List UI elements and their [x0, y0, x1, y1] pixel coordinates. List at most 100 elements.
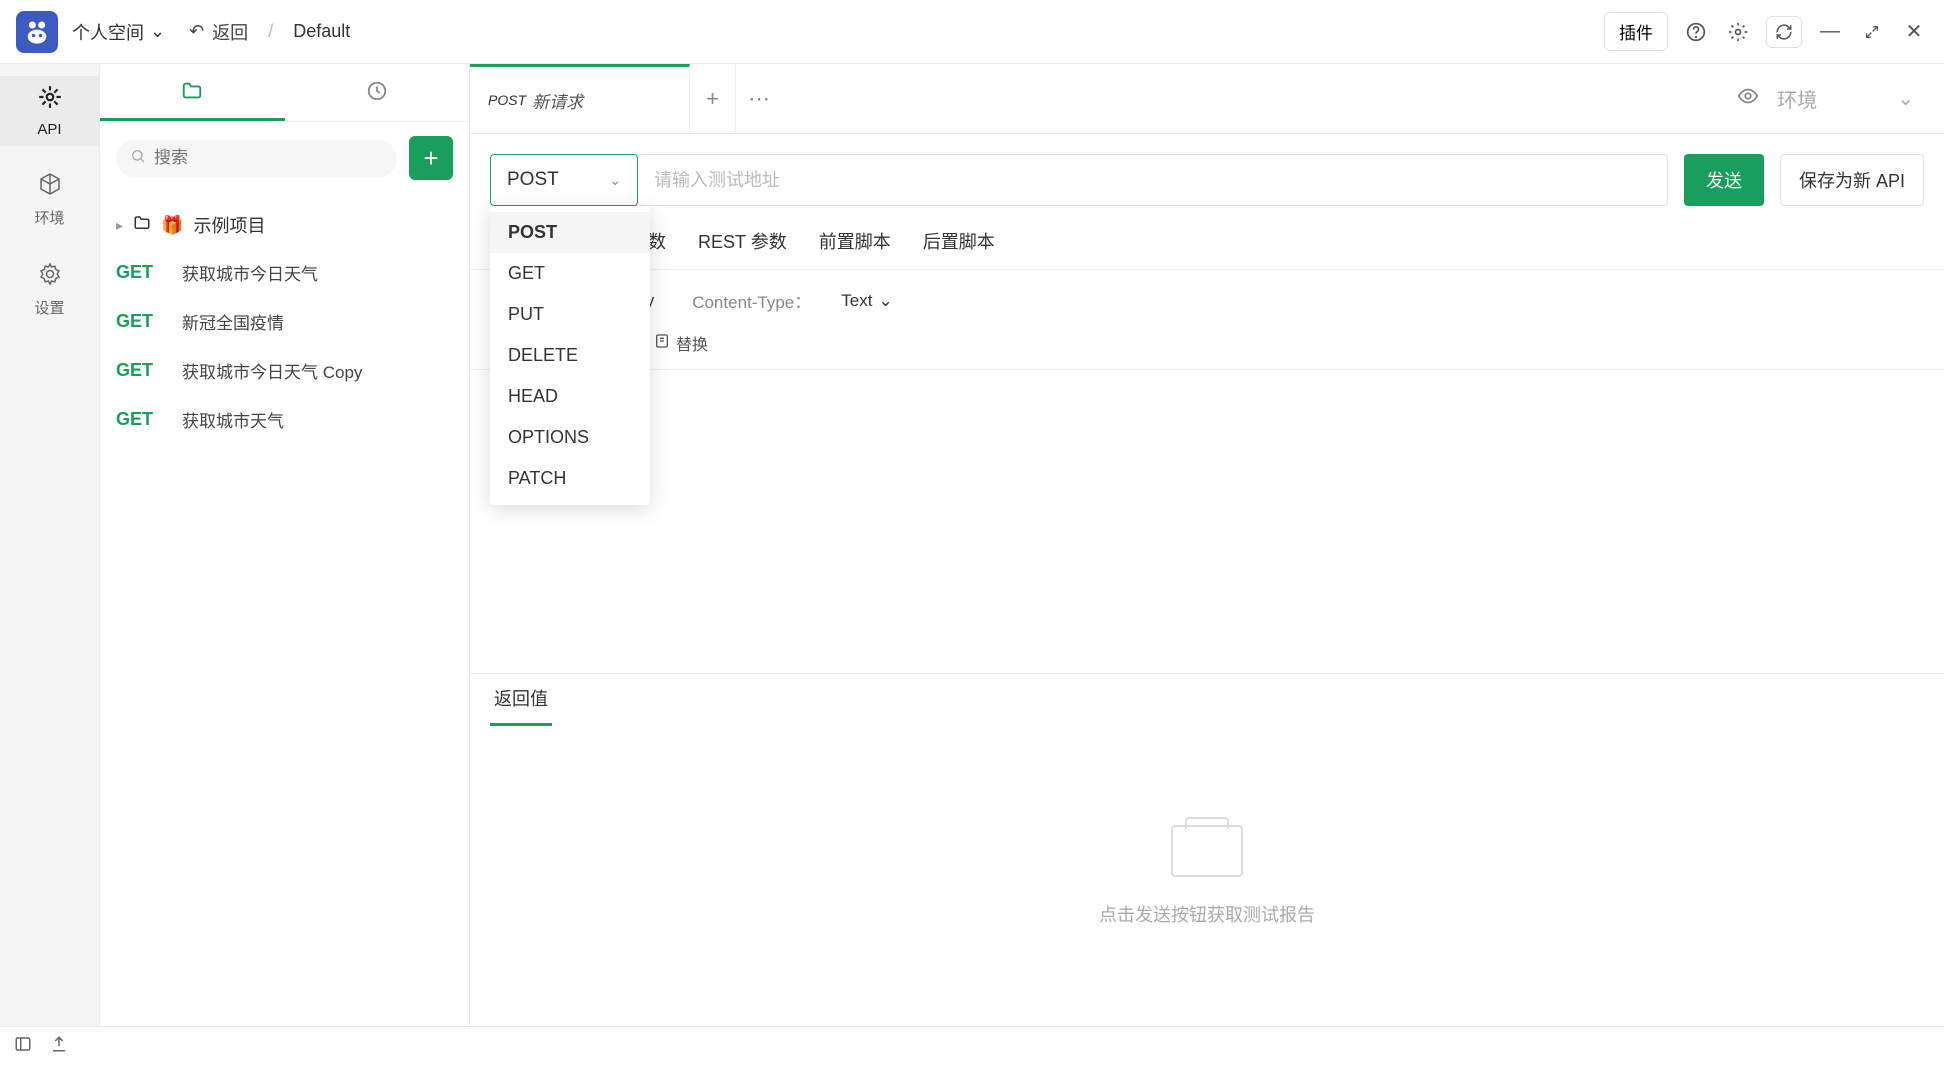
rail-item-api[interactable]: API — [0, 76, 99, 146]
method-dropdown: POST GET PUT DELETE HEAD OPTIONS PATCH — [490, 206, 650, 505]
tree-api-item[interactable]: GET 新冠全国疫情 — [100, 297, 469, 346]
method-option[interactable]: PATCH — [490, 458, 650, 499]
back-button[interactable]: ↶ 返回 — [189, 19, 248, 45]
environment-select[interactable]: 环境 ⌄ — [1777, 84, 1914, 113]
left-rail: API 环境 设置 — [0, 64, 100, 1026]
tab-title: 新请求 — [532, 88, 583, 113]
chevron-down-icon: ⌄ — [150, 21, 165, 42]
content: POST 新请求 + ⋯ 环境 ⌄ POST ⌄ 发送 — [470, 64, 1944, 1026]
method-selected-value: POST — [507, 169, 559, 191]
sidebar-tabs — [100, 64, 469, 122]
close-icon[interactable]: ✕ — [1900, 18, 1928, 46]
api-method: GET — [116, 409, 170, 430]
folder-icon — [133, 214, 151, 237]
plugin-button[interactable]: 插件 — [1604, 12, 1668, 51]
workspace-dropdown[interactable]: 个人空间 ⌄ — [72, 19, 165, 45]
breadcrumb-separator: / — [268, 21, 273, 42]
back-label: 返回 — [212, 19, 248, 45]
chevron-down-icon: ⌄ — [1897, 86, 1914, 111]
toolbar-replace[interactable]: 替换 — [654, 331, 708, 355]
method-select[interactable]: POST ⌄ — [490, 154, 638, 206]
content-type-label: Content-Type： — [692, 288, 811, 313]
chevron-right-icon: ▸ — [116, 217, 123, 234]
content-type-value: Text — [841, 291, 872, 311]
minimize-icon[interactable]: — — [1816, 18, 1844, 46]
folder-name: 示例项目 — [193, 212, 265, 238]
save-as-api-button[interactable]: 保存为新 API — [1780, 154, 1924, 206]
gear-icon — [38, 262, 62, 293]
env-placeholder: 环境 — [1777, 84, 1817, 113]
req-tab-postscript[interactable]: 后置脚本 — [923, 228, 995, 269]
api-icon — [37, 84, 63, 117]
url-input[interactable] — [638, 154, 1668, 206]
method-option[interactable]: GET — [490, 253, 650, 294]
method-option[interactable]: POST — [490, 212, 650, 253]
upload-icon[interactable] — [50, 1035, 68, 1058]
response-section: 返回值 点击发送按钮获取测试报告 — [470, 673, 1944, 1026]
replace-icon — [654, 333, 670, 354]
undo-icon: ↶ — [189, 21, 204, 42]
chevron-down-icon: ⌄ — [609, 172, 621, 189]
tab-add-button[interactable]: + — [690, 64, 736, 133]
rail-label: 环境 — [34, 207, 64, 228]
app-logo[interactable] — [16, 11, 58, 53]
rail-label: 设置 — [34, 297, 64, 318]
response-tab-result[interactable]: 返回值 — [490, 673, 552, 726]
rail-item-settings[interactable]: 设置 — [0, 254, 99, 326]
search-icon — [130, 148, 146, 169]
body-type-row: Raw Binary Content-Type： Text ⌄ — [470, 270, 1944, 331]
sidebar: + ▸ 🎁 示例项目 GET 获取城市今日天气 GET 新冠全国疫情 GET — [100, 64, 470, 1026]
refresh-icon[interactable] — [1766, 16, 1802, 48]
replace-label: 替换 — [676, 331, 708, 355]
tab-more-button[interactable]: ⋯ — [736, 64, 782, 133]
request-tab[interactable]: POST 新请求 — [470, 64, 690, 133]
method-option[interactable]: PUT — [490, 294, 650, 335]
tree-api-item[interactable]: GET 获取城市天气 — [100, 395, 469, 444]
content-type-select[interactable]: Text ⌄ — [841, 291, 892, 311]
api-name: 新冠全国疫情 — [182, 309, 284, 334]
topbar: 个人空间 ⌄ ↶ 返回 / Default 插件 — ✕ — [0, 0, 1944, 64]
api-method: GET — [116, 262, 170, 283]
sidebar-tab-folder[interactable] — [100, 64, 285, 121]
api-method: GET — [116, 360, 170, 381]
breadcrumb-current: Default — [293, 21, 350, 42]
search-wrap[interactable] — [116, 140, 397, 177]
cube-icon — [38, 172, 62, 203]
chevron-down-icon: ⌄ — [878, 291, 892, 311]
url-row: POST ⌄ 发送 保存为新 API POST GET PUT DELETE H… — [470, 134, 1944, 226]
tree-api-item[interactable]: GET 获取城市今日天气 Copy — [100, 346, 469, 395]
api-name: 获取城市今日天气 Copy — [182, 358, 362, 383]
rail-label: API — [37, 121, 61, 138]
panel-icon[interactable] — [14, 1035, 32, 1058]
tree-api-item[interactable]: GET 获取城市今日天气 — [100, 248, 469, 297]
req-tab-prescript[interactable]: 前置脚本 — [819, 228, 891, 269]
api-name: 获取城市今日天气 — [182, 260, 318, 285]
workspace-label: 个人空间 — [72, 19, 144, 45]
body-editor[interactable] — [470, 369, 1944, 673]
method-option[interactable]: HEAD — [490, 376, 650, 417]
search-input[interactable] — [154, 148, 383, 168]
folder-emoji: 🎁 — [161, 215, 183, 236]
inbox-icon — [1171, 825, 1243, 877]
empty-text: 点击发送按钮获取测试报告 — [1099, 901, 1315, 927]
method-option[interactable]: OPTIONS — [490, 417, 650, 458]
send-button[interactable]: 发送 — [1684, 154, 1764, 206]
help-icon[interactable] — [1682, 18, 1710, 46]
api-method: GET — [116, 311, 170, 332]
settings-gear-icon[interactable] — [1724, 18, 1752, 46]
tree-folder[interactable]: ▸ 🎁 示例项目 — [100, 202, 469, 248]
add-button[interactable]: + — [409, 136, 453, 180]
eye-icon[interactable] — [1737, 85, 1759, 113]
request-subtabs: 请求体 Query 参数 REST 参数 前置脚本 后置脚本 — [470, 226, 1944, 270]
tab-method: POST — [488, 92, 526, 108]
method-option[interactable]: DELETE — [490, 335, 650, 376]
rail-item-env[interactable]: 环境 — [0, 164, 99, 236]
statusbar — [0, 1026, 1944, 1066]
body-toolbar: 复制 搜索 替换 — [470, 331, 1944, 369]
response-empty-state: 点击发送按钮获取测试报告 — [470, 726, 1944, 1026]
sidebar-tab-history[interactable] — [285, 64, 470, 121]
req-tab-rest[interactable]: REST 参数 — [698, 228, 787, 269]
api-tree: ▸ 🎁 示例项目 GET 获取城市今日天气 GET 新冠全国疫情 GET 获取城… — [100, 194, 469, 452]
api-name: 获取城市天气 — [182, 407, 284, 432]
maximize-icon[interactable] — [1858, 18, 1886, 46]
